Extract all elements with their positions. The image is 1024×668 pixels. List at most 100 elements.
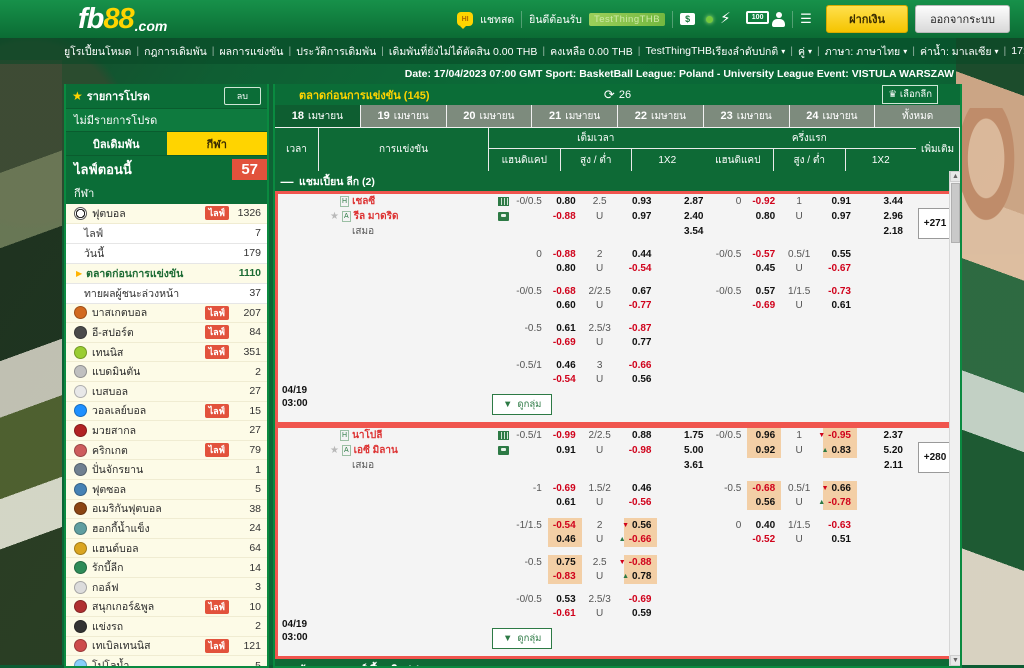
ft-ou-odd-under[interactable]: -0.98 [624, 443, 658, 458]
ft-ou-odd-under[interactable]: -0.56 [624, 496, 658, 511]
odds-value[interactable]: 0.93 [632, 196, 651, 207]
odds-value[interactable]: 0.96 [756, 430, 775, 441]
deposit-button[interactable]: ฝากเงิน [826, 5, 909, 33]
hh-ou-under-label[interactable] [781, 607, 823, 622]
ft-ou-odd-under[interactable]: ▲ -0.66 [619, 532, 658, 547]
ft-1x2-odd-2[interactable] [657, 299, 713, 314]
ft-1x2-odd-2[interactable]: 5.00 [657, 443, 713, 458]
ft-handicap-line[interactable]: -0/0.5 [514, 284, 548, 299]
sidebar-item-4[interactable]: เบสบอล 27 [66, 381, 267, 402]
ft-handicap-odd-2[interactable]: -0.61 [548, 607, 582, 622]
ft-ou-odd-over[interactable]: -0.66 [624, 358, 658, 373]
ft-1x2-odd-2[interactable] [657, 262, 713, 277]
odds-value[interactable]: 0.46 [632, 483, 651, 494]
hh-ou-under-label[interactable] [781, 373, 823, 388]
nav-account-name[interactable]: TestThingTHB [646, 45, 713, 57]
hh-1x2-odd-2[interactable] [857, 533, 913, 548]
collapse-icon[interactable]: — [275, 662, 299, 667]
odds-value[interactable]: -0.5/1 [516, 430, 542, 441]
ft-handicap-line-2[interactable] [514, 336, 548, 351]
hh-1x2-odd-2[interactable] [857, 299, 913, 314]
ft-ou-line[interactable]: 2 [582, 518, 624, 533]
ft-handicap-odd-2[interactable]: 0.91 [548, 443, 582, 458]
odds-value[interactable]: 2.87 [684, 196, 703, 207]
hh-ou-odd-over[interactable] [823, 555, 857, 570]
ft-1x2-odd-draw[interactable]: 3.54 [657, 224, 713, 239]
odds-value[interactable]: -0.5/1 [516, 360, 542, 371]
odds-value[interactable]: -0/0.5 [716, 286, 742, 297]
hh-ou-line[interactable] [781, 592, 823, 607]
hh-ou-odd-over[interactable]: ▼ 0.66 [822, 481, 857, 496]
ft-handicap-odd-1[interactable]: -0.68 [548, 284, 582, 299]
hh-1x2-odd-1[interactable] [857, 518, 913, 533]
odds-value[interactable]: -0/0.5 [516, 196, 542, 207]
hh-1x2-odd-2[interactable] [857, 607, 913, 622]
odds-value[interactable]: 2.18 [884, 226, 903, 237]
odds-value[interactable]: -0.5 [525, 557, 542, 568]
hh-handicap-odd-2[interactable] [747, 336, 781, 351]
league-header-0[interactable]: — แชมเปี้ยน ลีก (2) [275, 171, 960, 191]
odds-value[interactable]: 0.91 [832, 196, 851, 207]
odds-value[interactable]: -0.5 [525, 323, 542, 334]
ft-handicap-odd-2[interactable]: -0.69 [548, 336, 582, 351]
sidebar-item-11[interactable]: ฮอกกี้น้ำแข็ง 24 [66, 519, 267, 539]
date-tab-0[interactable]: 18 เมษายน [275, 105, 361, 127]
odds-value[interactable]: -0.88 [553, 211, 576, 222]
ft-ou-odd-over[interactable]: 0.46 [624, 481, 658, 496]
odds-value[interactable]: -0.73 [828, 286, 851, 297]
hh-handicap-odd-2[interactable]: -0.69 [747, 299, 781, 314]
odds-value[interactable]: -0/0.5 [516, 594, 542, 605]
ft-ou-odd-under[interactable]: 0.77 [624, 336, 658, 351]
odds-value[interactable]: 0.56 [632, 374, 651, 385]
extra-markets-count[interactable]: +280 [917, 442, 953, 473]
ft-ou-under-label[interactable]: U [582, 443, 624, 458]
odds-value[interactable]: 0.57 [756, 286, 775, 297]
odds-value[interactable]: 1.75 [684, 430, 703, 441]
ft-ou-odd-under[interactable]: 0.97 [624, 209, 658, 224]
ft-handicap-odd-2[interactable]: -0.83 [547, 569, 582, 584]
ft-ou-under-label[interactable]: U [582, 209, 624, 224]
favorite-star-icon[interactable]: ★ [330, 211, 339, 222]
odds-value[interactable]: -0.69 [553, 483, 576, 494]
hh-handicap-line-2[interactable] [713, 299, 747, 314]
ft-handicap-line[interactable]: -0.5/1 [514, 428, 548, 443]
ft-ou-odd-over[interactable]: 0.88 [624, 428, 658, 443]
ft-1x2-odd-1[interactable]: 1.75 [657, 428, 713, 443]
ft-handicap-line-2[interactable] [514, 443, 548, 458]
odds-value[interactable]: -0.66 [629, 534, 652, 545]
ft-ou-odd-over[interactable]: 0.93 [624, 194, 658, 209]
odds-value[interactable]: -0.66 [629, 360, 652, 371]
hh-ou-line[interactable] [781, 321, 823, 336]
odds-value[interactable]: -0.52 [752, 534, 775, 545]
more-markets-button[interactable]: ▼ ดูกลุ่ม [492, 628, 553, 649]
ft-handicap-odd-2[interactable]: 0.80 [548, 262, 582, 277]
hh-ou-odd-under[interactable]: 0.51 [823, 533, 857, 548]
hh-1x2-odd-2[interactable] [857, 570, 913, 585]
ft-ou-under-label[interactable]: U [582, 570, 624, 585]
ft-handicap-line-2[interactable] [514, 209, 548, 224]
ft-1x2-odd-draw[interactable]: 3.61 [657, 458, 713, 473]
odds-value[interactable]: -0.99 [553, 430, 576, 441]
ft-handicap-line[interactable]: -1/1.5 [514, 518, 548, 533]
hh-ou-odd-over[interactable]: 0.55 [823, 247, 857, 262]
odds-value[interactable]: 0.46 [556, 534, 575, 545]
hh-ou-under-label[interactable] [781, 336, 823, 351]
hh-handicap-odd-2[interactable]: 0.80 [747, 209, 781, 224]
hh-ou-line[interactable]: 0.5/1 [781, 481, 823, 496]
ft-ou-line[interactable]: 2/2.5 [582, 284, 624, 299]
odds-value[interactable]: -0.61 [553, 608, 576, 619]
hh-handicap-line[interactable]: -0/0.5 [713, 247, 747, 262]
hh-handicap-odd-1[interactable]: -0.57 [747, 247, 781, 262]
sidebar-item-17[interactable]: เทเบิลเทนนิส ไลฟ์ 121 [66, 636, 267, 657]
ft-handicap-line-2[interactable] [514, 373, 548, 388]
ft-handicap-line[interactable]: 0 [514, 247, 548, 262]
odds-value[interactable]: 5.00 [684, 445, 703, 456]
date-tab-6[interactable]: 24 เมษายน [789, 105, 876, 127]
ft-ou-odd-under[interactable]: 0.59 [624, 607, 658, 622]
hh-handicap-line-2[interactable] [713, 570, 747, 585]
odds-value[interactable]: 0.88 [632, 430, 651, 441]
odds-value[interactable]: 5.20 [884, 445, 903, 456]
nav-results[interactable]: ผลการแข่งขัน [220, 43, 284, 60]
hh-handicap-line-2[interactable] [713, 209, 747, 224]
ft-1x2-odd-1[interactable] [657, 247, 713, 262]
